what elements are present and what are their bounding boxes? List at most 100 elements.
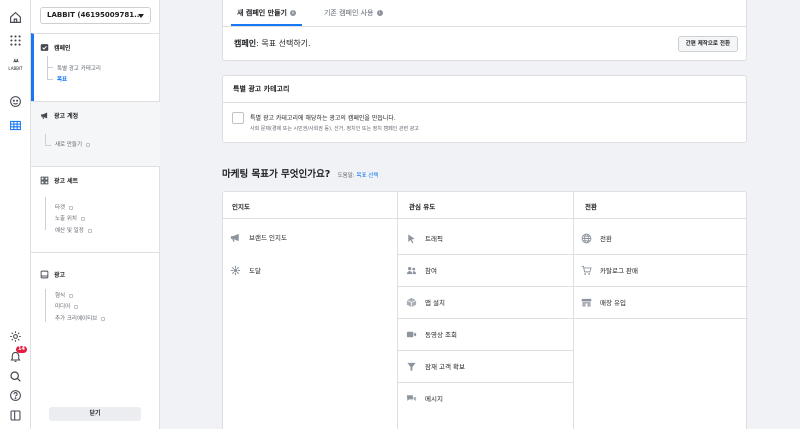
people-icon [406,266,417,274]
gear-icon[interactable] [6,327,25,346]
objective-conversions[interactable]: 전환 [581,222,612,254]
funnel-icon [407,362,416,371]
objective-app-install[interactable]: 앱 설치 [406,286,445,318]
account-logo[interactable]: ㅆ LABBIT [4,56,27,71]
objective-lead-generation-label: 잠재 고객 확보 [425,363,466,371]
nav-section-ad[interactable]: 광고 형식 미디어 추가 크리에이티브 [31,252,160,338]
nav-item-target-label: 타겟 [55,205,66,211]
nav-item-special-category[interactable]: 특별 광고 카테고리 [57,64,101,72]
objective-heading-text: 마케팅 목표가 무엇인가요? [222,169,331,180]
objective-catalog-sales[interactable]: 카탈로그 판매 [581,254,638,286]
campaign-tabs: 새 캠페인 만들기 i 기존 캠페인 사용 i [223,0,397,26]
tab-existing-campaign[interactable]: 기존 캠페인 사용 i [310,0,397,26]
objective-brand-awareness-label: 브랜드 인지도 [249,234,287,242]
lock-icon [101,316,106,321]
nav-section-ad-header: 광고 [40,270,65,279]
close-button[interactable]: 닫기 [49,407,141,421]
nav-tree-line [45,289,51,322]
store-icon [581,298,592,307]
megaphone-icon [230,233,239,242]
chevron-down-icon [138,14,144,18]
objective-lead-generation[interactable]: 잠재 고객 확보 [406,350,465,382]
tab-new-campaign[interactable]: 새 캠페인 만들기 i [223,0,310,26]
nav-section-ad-account-header: 광고 계정 [40,111,78,120]
column-divider [573,192,574,429]
nav-item-format[interactable]: 형식 [55,291,74,299]
nav-item-target[interactable]: 타겟 [55,203,74,211]
nav-section-adset-header: 광고 세트 [40,176,78,185]
objective-messages-label: 메시지 [425,395,443,403]
info-icon[interactable]: i [376,10,383,16]
nav-section-campaign[interactable]: 캠페인 특별 광고 카테고리 목표 [31,33,160,101]
lock-icon [87,228,92,233]
nav-section-campaign-header: 캠페인 [40,43,71,52]
special-category-checkbox[interactable] [232,112,244,124]
bell-icon[interactable]: 14 [6,346,27,366]
objective-messages[interactable]: 메시지 [406,382,443,414]
ad-icon [40,270,49,279]
nav-item-media-label: 미디어 [55,304,71,310]
nav-item-placement[interactable]: 노출 위치 [55,214,85,222]
ad-account-select[interactable]: LABBIT (46195009781... [40,7,151,24]
adset-grid-icon [40,176,49,185]
switch-to-quick-creation-button[interactable]: 간편 제작으로 전환 [677,36,738,52]
panel-toggle-icon[interactable] [6,406,25,425]
objective-app-install-label: 앱 설치 [425,299,446,307]
account-logo-text: LABBIT [8,66,23,71]
video-icon [406,331,417,337]
nav-section-campaign-title: 캠페인 [54,45,71,52]
nav-item-create-new-label: 새로 만들기 [55,142,83,148]
nav-item-extra-creative[interactable]: 추가 크리에이티브 [55,314,106,322]
lock-icon [74,304,79,309]
special-category-title: 특별 광고 카테고리 [233,85,290,93]
objective-traffic[interactable]: 트래픽 [406,222,443,254]
column-consideration-title: 관심 유도 [409,203,436,211]
nav-item-create-new[interactable]: 새로 만들기 [55,140,91,148]
nav-section-adset[interactable]: 광고 세트 타겟 노출 위치 예산 및 일정 [31,166,160,252]
nav-item-budget[interactable]: 예산 및 일정 [55,226,92,234]
nav-tree-line [47,66,53,80]
nav-item-format-label: 형식 [55,293,66,299]
special-category-subtext: 사회 문제(경제 또는 시민권/사회권 등), 선거, 정치인 또는 정치 캠페… [250,126,419,132]
cart-icon [581,265,592,275]
tab-existing-campaign-label: 기존 캠페인 사용 [323,9,374,17]
objective-grid-card: 인지도 관심 유도 전환 브랜드 인지도 도달 트래픽 참여 앱 설치 동영상 … [222,191,748,429]
objective-engagement[interactable]: 참여 [406,254,437,286]
ads-manager-table-icon[interactable] [6,116,25,135]
campaign-summary-value: : 목표 선택하기. [256,39,311,48]
nav-tree-line [45,197,51,230]
nav-section-ad-title: 광고 [54,272,66,279]
lock-icon [69,205,74,210]
objective-conversions-label: 전환 [600,235,612,243]
objective-traffic-label: 트래픽 [425,235,443,243]
objective-store-traffic[interactable]: 매장 유입 [581,286,626,318]
creation-nav-panel: LABBIT (46195009781... 캠페인 특별 광고 카테고리 목표… [31,0,160,429]
megaphone-icon [41,112,48,119]
apps-grid-icon[interactable] [6,31,25,50]
tabs-divider [223,26,746,27]
column-awareness-title: 인지도 [232,203,250,211]
objective-brand-awareness[interactable]: 브랜드 인지도 [230,221,287,253]
row-divider [573,318,748,319]
objective-video-views[interactable]: 동영상 조회 [406,318,457,350]
ad-account-select-value: LABBIT (46195009781... [47,11,143,19]
special-ad-category-card: 특별 광고 카테고리 특별 광고 카테고리에 해당하는 광고의 캠페인을 만듭니… [222,75,747,143]
help-icon[interactable] [6,386,25,405]
lock-icon [86,142,91,147]
home-icon[interactable] [6,8,25,27]
nav-item-budget-label: 예산 및 일정 [55,228,84,234]
campaign-tabs-card: 새 캠페인 만들기 i 기존 캠페인 사용 i 캠페인: 목표 선택하기. 간편 제… [222,0,747,61]
notification-badge: 14 [16,346,27,353]
nav-item-media[interactable]: 미디어 [55,302,79,310]
info-icon[interactable]: i [289,10,296,16]
objective-help-prefix: 도움말: [337,173,355,179]
nav-item-objective[interactable]: 목표 [57,75,67,83]
icon-rail: ㅆ LABBIT 14 [0,0,31,429]
objective-reach[interactable]: 도달 [230,254,261,286]
search-icon[interactable] [6,367,25,386]
objective-help-link[interactable]: 목표 선택 [356,173,378,179]
special-category-description: 특별 광고 카테고리에 해당하는 광고의 캠페인을 만듭니다. [250,115,396,122]
nav-section-ad-account[interactable]: 광고 계정 새로 만들기 [31,101,160,166]
smiley-icon[interactable] [6,92,25,111]
column-divider [397,192,398,429]
